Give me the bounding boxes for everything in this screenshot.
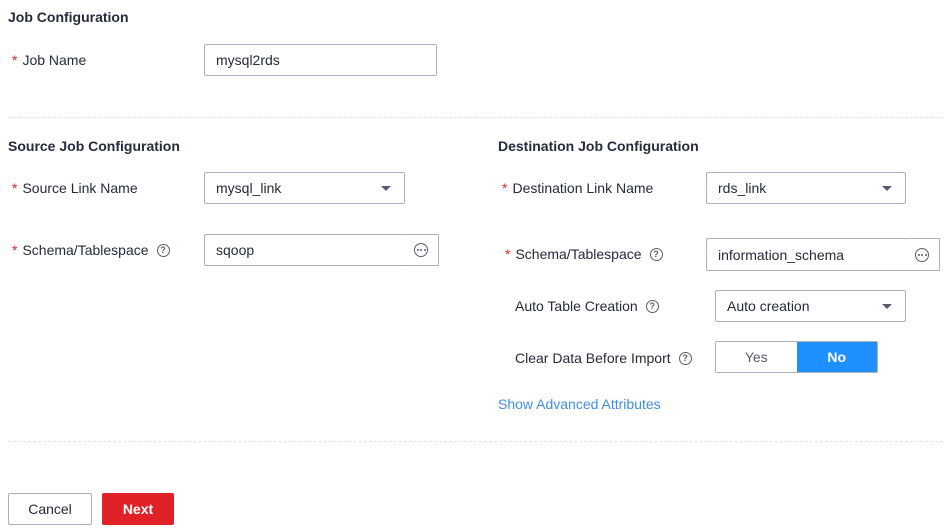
job-name-label-text: Job Name (22, 52, 87, 68)
source-link-name-value: mysql_link (216, 180, 282, 196)
required-marker: * (502, 180, 508, 196)
destination-schema-browse-button[interactable] (905, 238, 940, 271)
clear-data-no-option[interactable]: No (796, 342, 877, 372)
job-name-label: * Job Name (12, 52, 86, 68)
required-marker: * (12, 242, 18, 258)
job-configuration-title: Job Configuration (8, 9, 129, 25)
caret-down-icon (381, 185, 391, 191)
destination-job-configuration-title: Destination Job Configuration (498, 138, 699, 154)
auto-table-creation-value: Auto creation (727, 298, 810, 314)
required-marker: * (12, 52, 18, 68)
source-schema-browse-button[interactable] (404, 234, 439, 266)
show-advanced-attributes-link[interactable]: Show Advanced Attributes (498, 396, 661, 412)
ellipsis-circle-icon (414, 243, 428, 257)
clear-data-before-import-label: Clear Data Before Import ? (515, 350, 692, 366)
source-schema-input[interactable]: sqoop (204, 234, 405, 266)
destination-schema-label: * Schema/Tablespace ? (505, 246, 663, 262)
destination-link-name-label-text: Destination Link Name (512, 180, 654, 196)
destination-link-name-select[interactable]: rds_link (706, 172, 906, 204)
clear-data-yes-option[interactable]: Yes (716, 342, 797, 372)
source-link-name-label: * Source Link Name (12, 180, 138, 196)
source-job-configuration-title: Source Job Configuration (8, 138, 180, 154)
source-schema-label: * Schema/Tablespace ? (12, 242, 170, 258)
question-circle-icon[interactable]: ? (678, 351, 692, 365)
footer-divider (8, 441, 943, 442)
question-circle-icon[interactable]: ? (156, 243, 170, 257)
required-marker: * (12, 180, 18, 196)
auto-table-creation-label: Auto Table Creation ? (515, 298, 659, 314)
section-divider (8, 117, 943, 118)
destination-link-name-label: * Destination Link Name (502, 180, 653, 196)
question-circle-icon[interactable]: ? (649, 247, 663, 261)
cancel-button[interactable]: Cancel (8, 493, 92, 525)
auto-table-creation-label-text: Auto Table Creation (515, 298, 638, 314)
next-button[interactable]: Next (102, 493, 174, 525)
destination-schema-input[interactable]: information_schema (706, 238, 906, 271)
question-circle-icon[interactable]: ? (645, 299, 659, 313)
ellipsis-circle-icon (915, 247, 929, 262)
job-name-input[interactable]: mysql2rds (204, 44, 437, 76)
destination-schema-label-text: Schema/Tablespace (515, 246, 642, 262)
caret-down-icon (882, 185, 892, 191)
caret-down-icon (882, 303, 892, 309)
required-marker: * (505, 246, 511, 262)
clear-data-toggle[interactable]: Yes No (715, 341, 878, 373)
clear-data-before-import-label-text: Clear Data Before Import (515, 350, 671, 366)
source-schema-label-text: Schema/Tablespace (22, 242, 149, 258)
source-link-name-select[interactable]: mysql_link (204, 172, 405, 204)
destination-link-name-value: rds_link (718, 180, 767, 196)
source-link-name-label-text: Source Link Name (22, 180, 138, 196)
auto-table-creation-select[interactable]: Auto creation (715, 290, 906, 322)
